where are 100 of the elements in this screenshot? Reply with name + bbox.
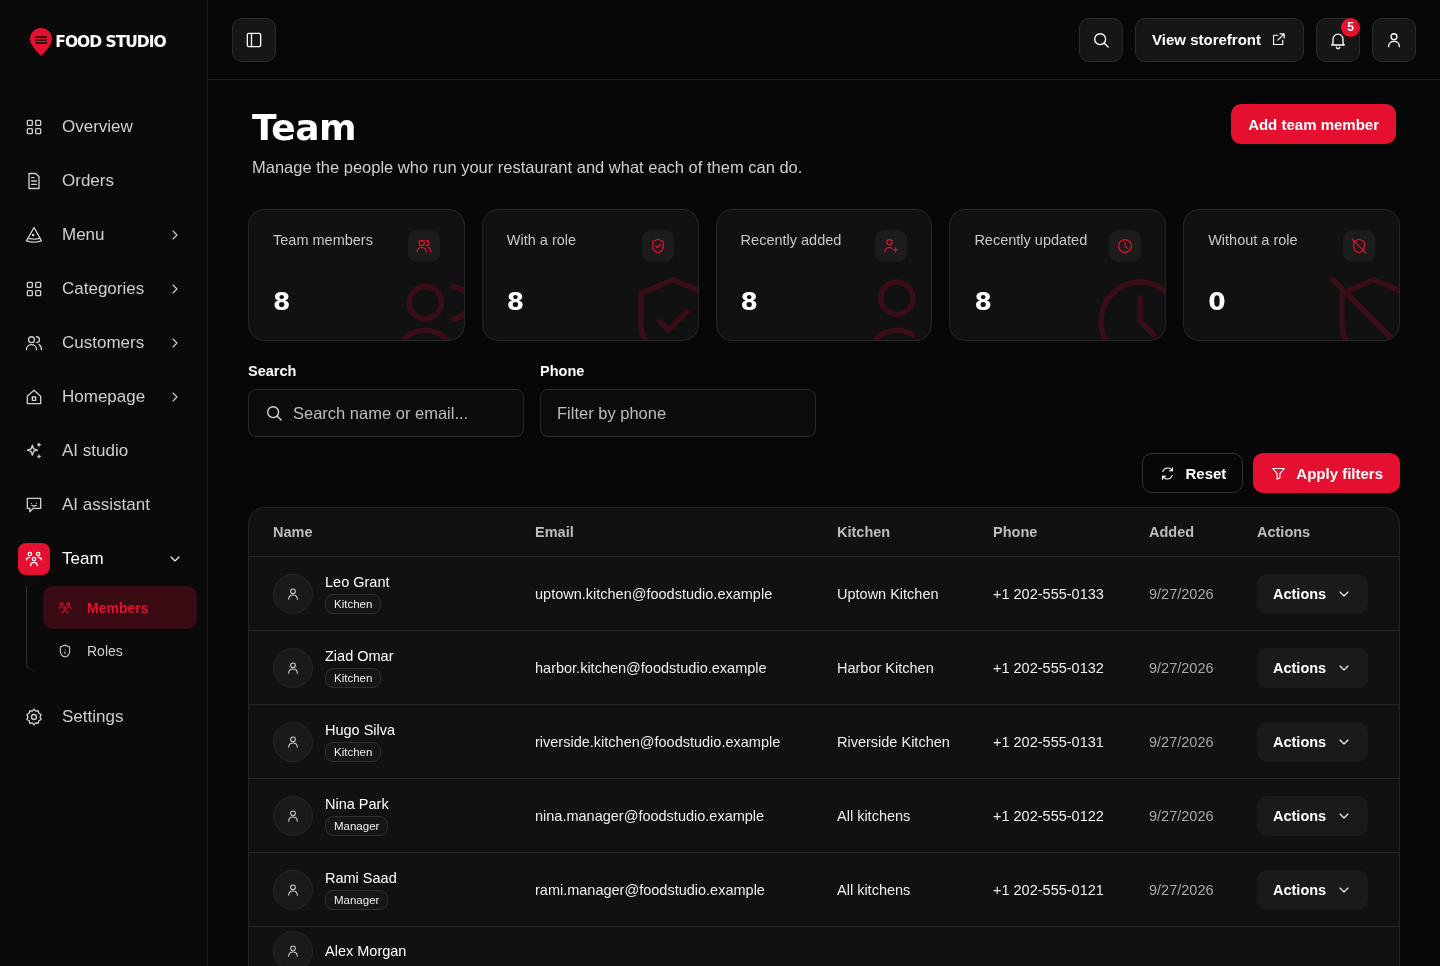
- kitchen-text: Harbor Kitchen: [837, 659, 934, 676]
- sidebar-subitem[interactable]: Members: [43, 586, 197, 629]
- column-header: Added: [1149, 524, 1196, 540]
- apply-filters-button[interactable]: Apply filters: [1253, 453, 1400, 493]
- nav-icon: [24, 707, 44, 727]
- actions-button[interactable]: Actions: [1257, 721, 1369, 762]
- stat-label: Recently updated: [974, 232, 1088, 248]
- sidebar-item[interactable]: Overview: [10, 100, 197, 154]
- column-header: Name: [273, 524, 314, 540]
- sidebar-item[interactable]: Settings: [10, 690, 197, 744]
- search-field[interactable]: Search name or email...: [248, 389, 524, 437]
- column-header: Actions: [1257, 524, 1312, 540]
- sidebar-item[interactable]: AI assistant: [10, 478, 197, 532]
- date-text: 9/27/2026: [1149, 807, 1214, 824]
- phone-field[interactable]: Filter by phone: [540, 389, 816, 437]
- stat-label: Recently added: [740, 232, 842, 248]
- sidebar-item[interactable]: Categories: [10, 262, 197, 316]
- stat-label: Without a role: [1208, 232, 1298, 248]
- date-text: 9/27/2026: [1149, 585, 1214, 602]
- member-name: Rami Saad: [325, 869, 397, 886]
- phone-text: +1 202-555-0132: [993, 659, 1104, 676]
- clock-icon: [1116, 237, 1135, 255]
- logo-pin-icon: [29, 27, 54, 57]
- view-storefront-button[interactable]: View storefront: [1135, 17, 1304, 62]
- role-tag: Kitchen: [325, 741, 382, 762]
- email-text: riverside.kitchen@foodstudio.example: [535, 733, 781, 750]
- sidebar-item[interactable]: Homepage: [10, 370, 197, 424]
- phone-text: +1 202-555-0122: [993, 807, 1104, 824]
- column-header: Phone: [993, 524, 1039, 540]
- nav-icon: [57, 599, 73, 616]
- member-name: Ziad Omar: [325, 647, 394, 664]
- role-tag: Manager: [325, 815, 389, 836]
- date-text: 9/27/2026: [1149, 881, 1214, 898]
- email-text: nina.manager@foodstudio.example: [535, 807, 765, 824]
- external-link-icon: [1270, 31, 1287, 48]
- avatar-icon: [273, 647, 313, 688]
- phone-text: +1 202-555-0133: [993, 585, 1104, 602]
- sidebar-toggle-button[interactable]: [232, 17, 276, 62]
- search-icon: [264, 403, 284, 423]
- add-team-member-button[interactable]: Add team member: [1231, 104, 1396, 144]
- page-subtitle: Manage the people who run your restaurant and what each of them can do.: [252, 158, 803, 177]
- sidebar-item[interactable]: AI studio: [10, 424, 197, 478]
- member-name: Alex Morgan: [325, 943, 407, 959]
- nav-icon: [24, 279, 44, 299]
- phone-text: +1 202-555-0121: [993, 881, 1104, 898]
- notification-badge: 5: [1341, 17, 1360, 37]
- nav-icon: [24, 387, 44, 407]
- stat-label: With a role: [506, 232, 577, 248]
- account-button[interactable]: [1372, 17, 1416, 62]
- column-header: Email: [535, 524, 575, 540]
- stat-value: 8: [506, 287, 526, 316]
- role-tag: Kitchen: [325, 593, 382, 614]
- date-text: 9/27/2026: [1149, 659, 1214, 676]
- sidebar-item[interactable]: Menu: [10, 208, 197, 262]
- actions-button[interactable]: Actions: [1257, 795, 1369, 836]
- sidebar-item[interactable]: Team: [10, 532, 197, 586]
- actions-button[interactable]: Actions: [1257, 573, 1369, 614]
- kitchen-text: Riverside Kitchen: [837, 733, 950, 750]
- member-name: Leo Grant: [325, 573, 390, 590]
- nav-icon: [24, 549, 44, 569]
- stat-value: 0: [1208, 287, 1227, 316]
- avatar-icon: [273, 869, 313, 910]
- date-text: 9/27/2026: [1149, 733, 1214, 750]
- avatar-icon: [273, 573, 313, 614]
- brand-name: FOOD STUDIO: [55, 33, 166, 51]
- field-label: Phone: [540, 363, 586, 379]
- nav-icon: [24, 117, 44, 137]
- nav-icon: [24, 495, 44, 515]
- stat-value: 8: [974, 287, 993, 316]
- email-text: uptown.kitchen@foodstudio.example: [535, 585, 773, 602]
- member-name: Hugo Silva: [325, 721, 396, 738]
- reset-button[interactable]: Reset: [1142, 453, 1244, 493]
- kitchen-text: All kitchens: [837, 807, 911, 824]
- stat-value: 8: [740, 287, 759, 316]
- role-tag: Kitchen: [325, 667, 382, 688]
- nav-icon: [24, 225, 44, 245]
- phone-text: +1 202-555-0131: [993, 733, 1104, 750]
- sidebar-subitem[interactable]: Roles: [43, 629, 197, 672]
- shieldoff-icon: [1350, 237, 1368, 255]
- nav-icon: [24, 441, 44, 461]
- field-label: Search: [248, 363, 298, 379]
- role-tag: Manager: [325, 889, 389, 910]
- search-button[interactable]: [1079, 17, 1124, 62]
- nav-icon: [24, 333, 44, 353]
- page-title: Team: [252, 106, 357, 150]
- stat-value: 8: [273, 287, 292, 316]
- users-icon: [414, 237, 433, 255]
- stat-label: Team members: [273, 232, 373, 248]
- useradd-icon: [882, 237, 901, 255]
- notifications-button[interactable]: 5: [1316, 17, 1360, 62]
- actions-button[interactable]: Actions: [1257, 869, 1369, 910]
- actions-button[interactable]: Actions: [1257, 647, 1369, 688]
- sidebar-item[interactable]: Customers: [10, 316, 197, 370]
- email-text: harbor.kitchen@foodstudio.example: [535, 659, 767, 676]
- kitchen-text: Uptown Kitchen: [837, 585, 939, 602]
- email-text: rami.manager@foodstudio.example: [535, 881, 765, 898]
- sidebar-item[interactable]: Orders: [10, 154, 197, 208]
- column-header: Kitchen: [837, 524, 892, 540]
- kitchen-text: All kitchens: [837, 881, 911, 898]
- avatar-icon: [273, 795, 313, 836]
